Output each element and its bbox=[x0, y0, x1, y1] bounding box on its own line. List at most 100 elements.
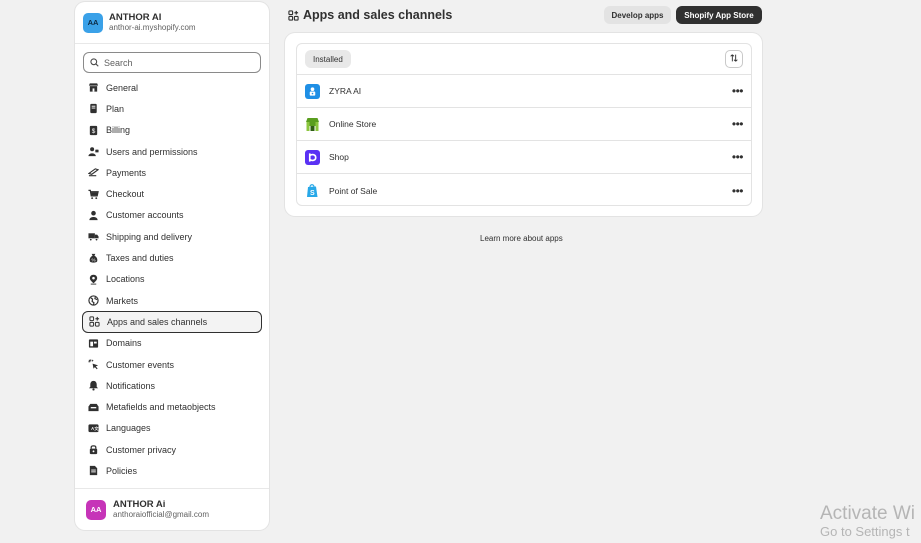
sidebar-item-label: Customer privacy bbox=[106, 444, 177, 455]
point-of-sale-icon: S bbox=[305, 183, 320, 198]
svg-text:S: S bbox=[310, 190, 315, 197]
settings-sidebar: AA ANTHOR AI anthor-ai.myshopify.com Gen… bbox=[75, 2, 269, 530]
tax-icon: % bbox=[88, 253, 99, 264]
sort-button[interactable] bbox=[725, 50, 743, 68]
sidebar-item-billing[interactable]: $ Billing bbox=[82, 120, 262, 141]
sidebar-item-label: Plan bbox=[106, 103, 125, 114]
watermark-line-1: Activate Wi bbox=[820, 503, 916, 524]
store-domain: anthor-ai.myshopify.com bbox=[109, 23, 196, 33]
windows-activation-watermark: Activate Wi Go to Settings t bbox=[820, 503, 915, 540]
svg-text:$: $ bbox=[92, 128, 96, 135]
sidebar-item-policies[interactable]: Policies bbox=[82, 460, 262, 481]
truck-icon bbox=[88, 231, 99, 242]
apps-icon bbox=[89, 316, 100, 327]
search-input[interactable] bbox=[104, 57, 244, 68]
more-actions-icon[interactable]: ••• bbox=[732, 118, 744, 130]
sidebar-item-label: Customer events bbox=[106, 359, 175, 370]
app-name: ZYRA AI bbox=[329, 86, 362, 96]
page-title-text: Apps and sales channels bbox=[303, 8, 453, 22]
sidebar-item-customer-privacy[interactable]: Customer privacy bbox=[82, 439, 262, 460]
sidebar-item-domains[interactable]: Domains bbox=[82, 333, 262, 354]
svg-text:%: % bbox=[91, 257, 95, 262]
apps-list-header: Installed bbox=[297, 44, 751, 75]
user-avatar: AA bbox=[86, 499, 106, 520]
app-row-point-of-sale[interactable]: S Point of Sale ••• bbox=[297, 174, 751, 207]
sidebar-item-label: Domains bbox=[106, 338, 142, 349]
app-name: Shop bbox=[329, 152, 349, 162]
sidebar-item-label: Metafields and metaobjects bbox=[106, 402, 216, 413]
more-actions-icon[interactable]: ••• bbox=[732, 185, 744, 197]
zyra-ai-icon bbox=[305, 83, 320, 99]
online-store-icon bbox=[305, 117, 320, 132]
sidebar-item-shipping-and-delivery[interactable]: Shipping and delivery bbox=[82, 226, 262, 247]
settings-nav: General Plan $ Billing Users and permissi… bbox=[75, 77, 269, 482]
sidebar-item-apps-and-sales-channels[interactable]: Apps and sales channels bbox=[82, 311, 262, 333]
plan-icon bbox=[88, 103, 99, 114]
learn-more-link[interactable]: Learn more about apps bbox=[480, 234, 563, 243]
more-actions-icon[interactable]: ••• bbox=[732, 85, 744, 97]
sidebar-item-label: Locations bbox=[106, 274, 145, 285]
search-icon bbox=[90, 54, 99, 72]
user-email: anthoraiofficial@gmail.com bbox=[113, 510, 210, 520]
shopify-app-store-button[interactable]: Shopify App Store bbox=[676, 6, 762, 24]
sidebar-item-label: Notifications bbox=[106, 380, 156, 391]
sidebar-item-taxes-and-duties[interactable]: % Taxes and duties bbox=[82, 247, 262, 268]
sidebar-item-label: General bbox=[106, 82, 139, 93]
sidebar-item-label: Customer accounts bbox=[106, 210, 184, 221]
events-icon bbox=[88, 359, 99, 370]
more-actions-icon[interactable]: ••• bbox=[732, 151, 744, 163]
sidebar-item-label: Billing bbox=[106, 125, 131, 136]
sidebar-item-customer-events[interactable]: Customer events bbox=[82, 354, 262, 375]
store-icon bbox=[88, 82, 99, 93]
sidebar-item-label: Apps and sales channels bbox=[107, 316, 208, 327]
store-avatar: AA bbox=[83, 12, 103, 33]
bell-icon bbox=[88, 380, 99, 391]
installed-filter-tab[interactable]: Installed bbox=[305, 50, 351, 68]
apps-card: Installed ZYRA AI ••• Online Store ••• S… bbox=[285, 33, 762, 216]
cart-icon bbox=[88, 189, 99, 200]
sidebar-item-general[interactable]: General bbox=[82, 77, 262, 98]
sidebar-item-label: Languages bbox=[106, 423, 151, 434]
sidebar-item-label: Taxes and duties bbox=[106, 253, 174, 264]
page-title: Apps and sales channels bbox=[288, 8, 452, 22]
app-name: Point of Sale bbox=[329, 185, 378, 196]
apps-icon bbox=[288, 9, 299, 21]
sidebar-item-users-and-permissions[interactable]: Users and permissions bbox=[82, 141, 262, 162]
policies-icon bbox=[88, 465, 99, 476]
sidebar-item-markets[interactable]: Markets bbox=[82, 290, 262, 311]
app-row-online-store[interactable]: Online Store ••• bbox=[297, 108, 751, 141]
sort-icon bbox=[729, 50, 739, 68]
apps-list: Installed ZYRA AI ••• Online Store ••• S… bbox=[296, 43, 752, 206]
sidebar-item-label: Payments bbox=[106, 167, 147, 178]
person-icon bbox=[88, 210, 99, 221]
sidebar-item-label: Markets bbox=[106, 295, 139, 306]
language-icon: A文 bbox=[88, 423, 99, 434]
sidebar-item-plan[interactable]: Plan bbox=[82, 98, 262, 119]
globe-icon bbox=[88, 295, 99, 306]
sidebar-item-locations[interactable]: Locations bbox=[82, 269, 262, 290]
sidebar-item-label: Policies bbox=[106, 465, 138, 476]
svg-text:文: 文 bbox=[94, 425, 99, 431]
store-name: ANTHOR AI bbox=[109, 11, 162, 23]
sidebar-item-customer-accounts[interactable]: Customer accounts bbox=[82, 205, 262, 226]
sidebar-item-metafields-and-metaobjects[interactable]: Metafields and metaobjects bbox=[82, 396, 262, 417]
metafields-icon bbox=[88, 402, 99, 413]
app-row-shop[interactable]: Shop ••• bbox=[297, 141, 751, 174]
users-icon bbox=[88, 146, 99, 157]
location-icon bbox=[88, 274, 99, 285]
store-header[interactable]: AA ANTHOR AI anthor-ai.myshopify.com bbox=[75, 2, 269, 44]
account-footer[interactable]: AA ANTHOR Ai anthoraiofficial@gmail.com bbox=[75, 488, 269, 530]
sidebar-item-notifications[interactable]: Notifications bbox=[82, 375, 262, 396]
app-row-zyra-ai[interactable]: ZYRA AI ••• bbox=[297, 75, 751, 108]
search-box[interactable] bbox=[83, 52, 261, 73]
lock-icon bbox=[88, 444, 99, 455]
sidebar-item-label: Checkout bbox=[106, 189, 145, 200]
watermark-line-2: Go to Settings t bbox=[820, 523, 910, 539]
develop-apps-button[interactable]: Develop apps bbox=[604, 6, 671, 24]
domain-icon bbox=[88, 338, 99, 349]
sidebar-item-checkout[interactable]: Checkout bbox=[82, 183, 262, 204]
sidebar-item-languages[interactable]: A 文 Languages bbox=[82, 418, 262, 439]
sidebar-item-payments[interactable]: Payments bbox=[82, 162, 262, 183]
app-name: Online Store bbox=[329, 119, 377, 129]
payments-icon bbox=[88, 167, 99, 178]
